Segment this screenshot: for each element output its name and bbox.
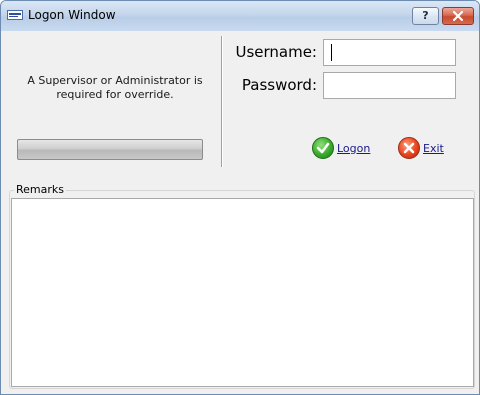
logon-link[interactable]: Logon <box>337 142 370 155</box>
exit-icon <box>398 137 420 159</box>
override-progress-bar <box>17 139 203 160</box>
override-message: A Supervisor or Administrator is require… <box>27 74 203 101</box>
logon-button[interactable]: Logon <box>312 136 370 160</box>
exit-button[interactable]: Exit <box>398 136 444 160</box>
password-input[interactable] <box>323 72 456 99</box>
remarks-textarea[interactable] <box>11 198 474 387</box>
help-button[interactable]: ? <box>412 7 439 25</box>
logon-window: Logon Window ? A Supervisor or Administr… <box>0 0 480 395</box>
checkmark-icon <box>312 137 334 159</box>
close-icon <box>452 10 464 22</box>
window-title: Logon Window <box>28 8 116 22</box>
title-bar[interactable]: Logon Window ? <box>1 1 479 31</box>
client-area: A Supervisor or Administrator is require… <box>5 31 475 392</box>
app-icon <box>7 10 23 20</box>
vertical-divider <box>221 36 223 167</box>
username-label: Username: <box>235 43 317 61</box>
password-label: Password: <box>241 76 317 94</box>
close-button[interactable] <box>442 7 474 25</box>
username-input[interactable] <box>323 39 456 66</box>
remarks-label: Remarks <box>14 183 66 196</box>
exit-link[interactable]: Exit <box>423 142 444 155</box>
text-cursor <box>331 44 332 61</box>
